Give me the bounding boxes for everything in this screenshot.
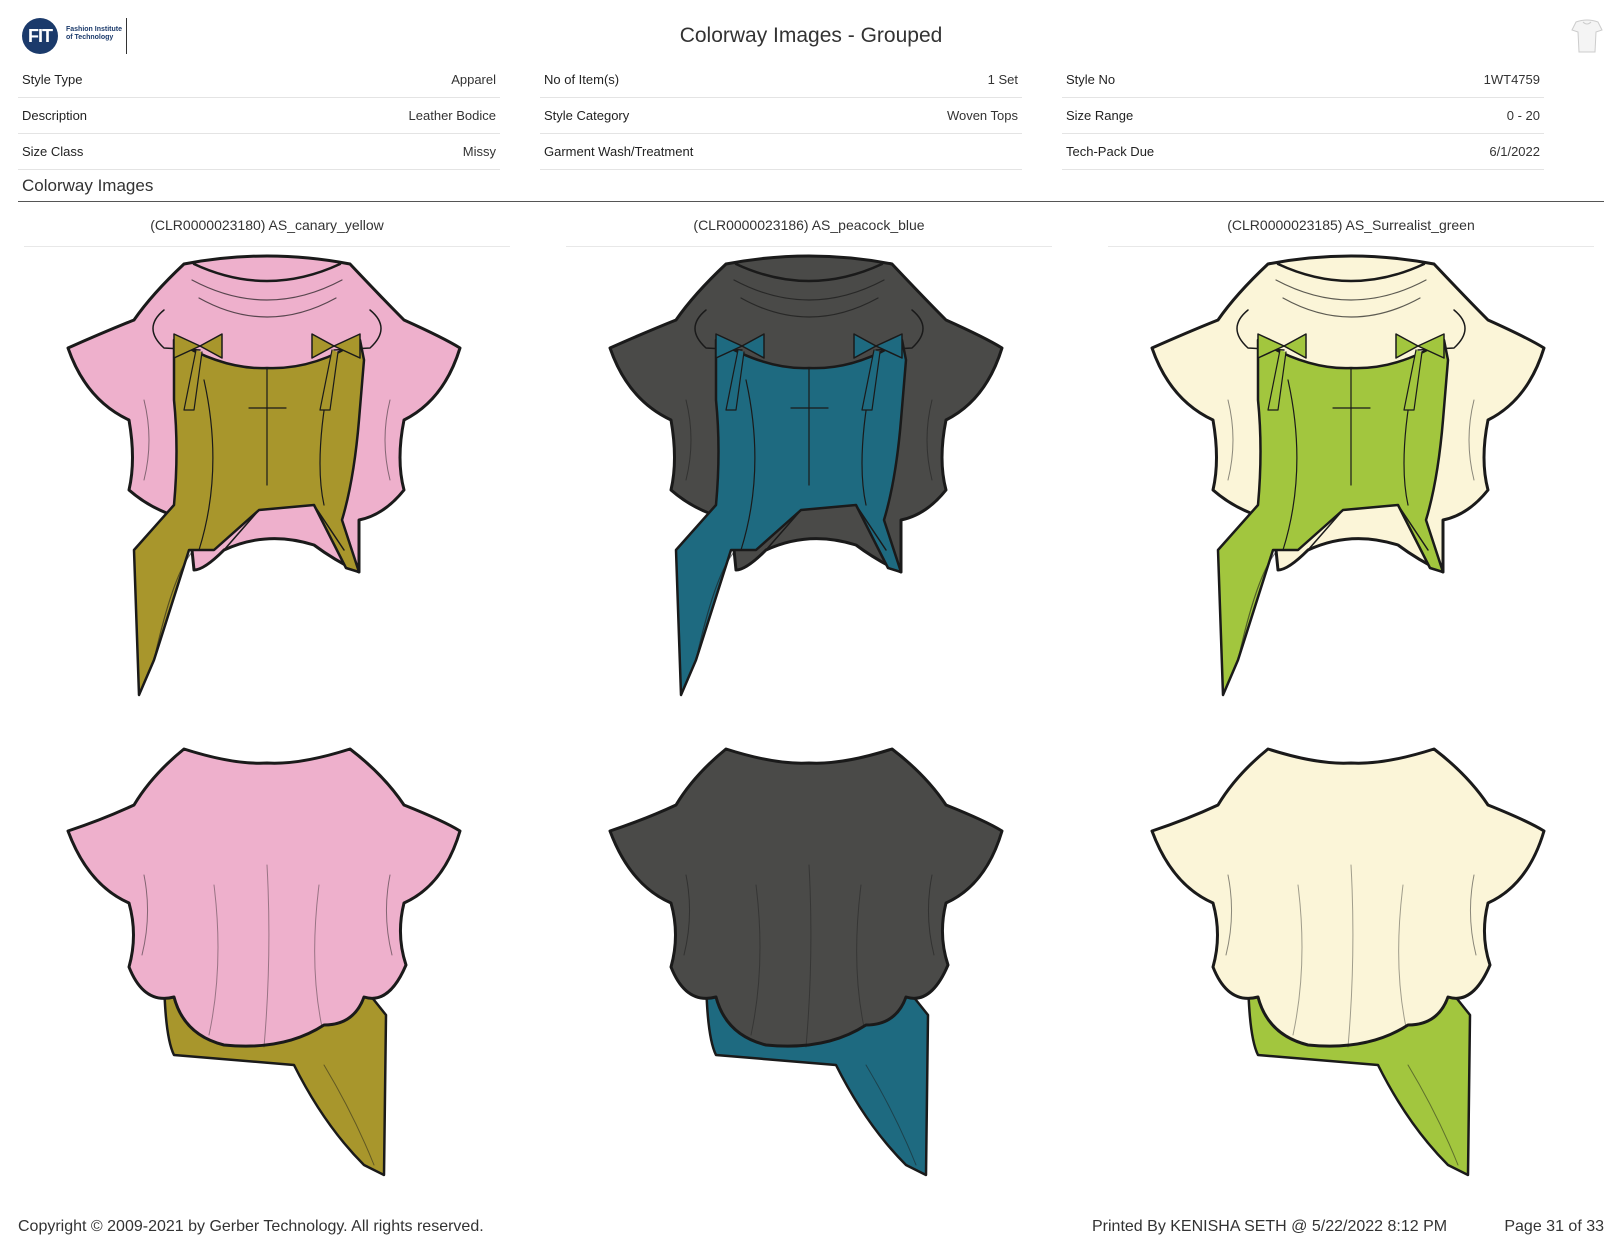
detail-row-style-category: Style Category Woven Tops [540, 98, 1022, 134]
detail-row-no-of-items: No of Item(s) 1 Set [540, 62, 1022, 98]
detail-label: Garment Wash/Treatment [544, 144, 694, 159]
detail-row-description: Description Leather Bodice [18, 98, 500, 134]
page-number: Page 31 of 33 [1504, 1218, 1604, 1235]
front-view-sketch [566, 250, 1052, 710]
details-column-2: No of Item(s) 1 Set Style Category Woven… [540, 62, 1022, 170]
section-title: Colorway Images [22, 176, 154, 195]
detail-value: 0 - 20 [1506, 108, 1540, 123]
detail-row-tech-pack-due: Tech-Pack Due 6/1/2022 [1062, 134, 1544, 170]
back-view-sketch [566, 735, 1052, 1195]
detail-value: Apparel [451, 72, 496, 87]
copyright-text: Copyright © 2009-2021 by Gerber Technolo… [18, 1218, 484, 1235]
detail-label: Size Class [22, 144, 84, 159]
colorway-title: (CLR0000023185) AS_Surrealist_green [1108, 210, 1594, 247]
details-column-3: Style No 1WT4759 Size Range 0 - 20 Tech-… [1062, 62, 1544, 170]
detail-value: Leather Bodice [408, 108, 496, 123]
detail-label: No of Item(s) [544, 72, 620, 87]
detail-label: Tech-Pack Due [1066, 144, 1155, 159]
detail-label: Size Range [1066, 108, 1134, 123]
page-header: FIT Fashion Institute of Technology Colo… [0, 0, 1622, 60]
detail-label: Description [22, 108, 88, 123]
detail-row-size-range: Size Range 0 - 20 [1062, 98, 1544, 134]
detail-label: Style Type [22, 72, 83, 87]
detail-row-garment-wash: Garment Wash/Treatment [540, 134, 1022, 170]
detail-value: 1WT4759 [1483, 72, 1540, 87]
detail-label: Style No [1066, 72, 1116, 87]
detail-value: 6/1/2022 [1489, 144, 1540, 159]
front-view-sketch [1108, 250, 1594, 710]
back-view-sketch [24, 735, 510, 1195]
garment-thumbnail-icon [1570, 16, 1604, 56]
colorway-column: (CLR0000023180) AS_canary_yellow [24, 210, 510, 1177]
section-divider [18, 201, 1604, 202]
detail-row-size-class: Size Class Missy [18, 134, 500, 170]
detail-value: Woven Tops [946, 108, 1018, 123]
colorway-column: (CLR0000023185) AS_Surrealist_green [1108, 210, 1594, 1177]
colorway-title: (CLR0000023180) AS_canary_yellow [24, 210, 510, 247]
back-view-sketch [1108, 735, 1594, 1195]
detail-row-style-no: Style No 1WT4759 [1062, 62, 1544, 98]
detail-value: 1 Set [987, 72, 1018, 87]
colorway-column: (CLR0000023186) AS_peacock_blue [566, 210, 1052, 1177]
page-title: Colorway Images - Grouped [679, 24, 943, 47]
front-view-sketch [24, 250, 510, 710]
detail-value: Missy [462, 144, 496, 159]
detail-label: Style Category [544, 108, 630, 123]
printed-by-text: Printed By KENISHA SETH @ 5/22/2022 8:12… [1092, 1218, 1448, 1235]
details-column-1: Style Type Apparel Description Leather B… [18, 62, 500, 170]
detail-row-style-type: Style Type Apparel [18, 62, 500, 98]
colorway-title: (CLR0000023186) AS_peacock_blue [566, 210, 1052, 247]
